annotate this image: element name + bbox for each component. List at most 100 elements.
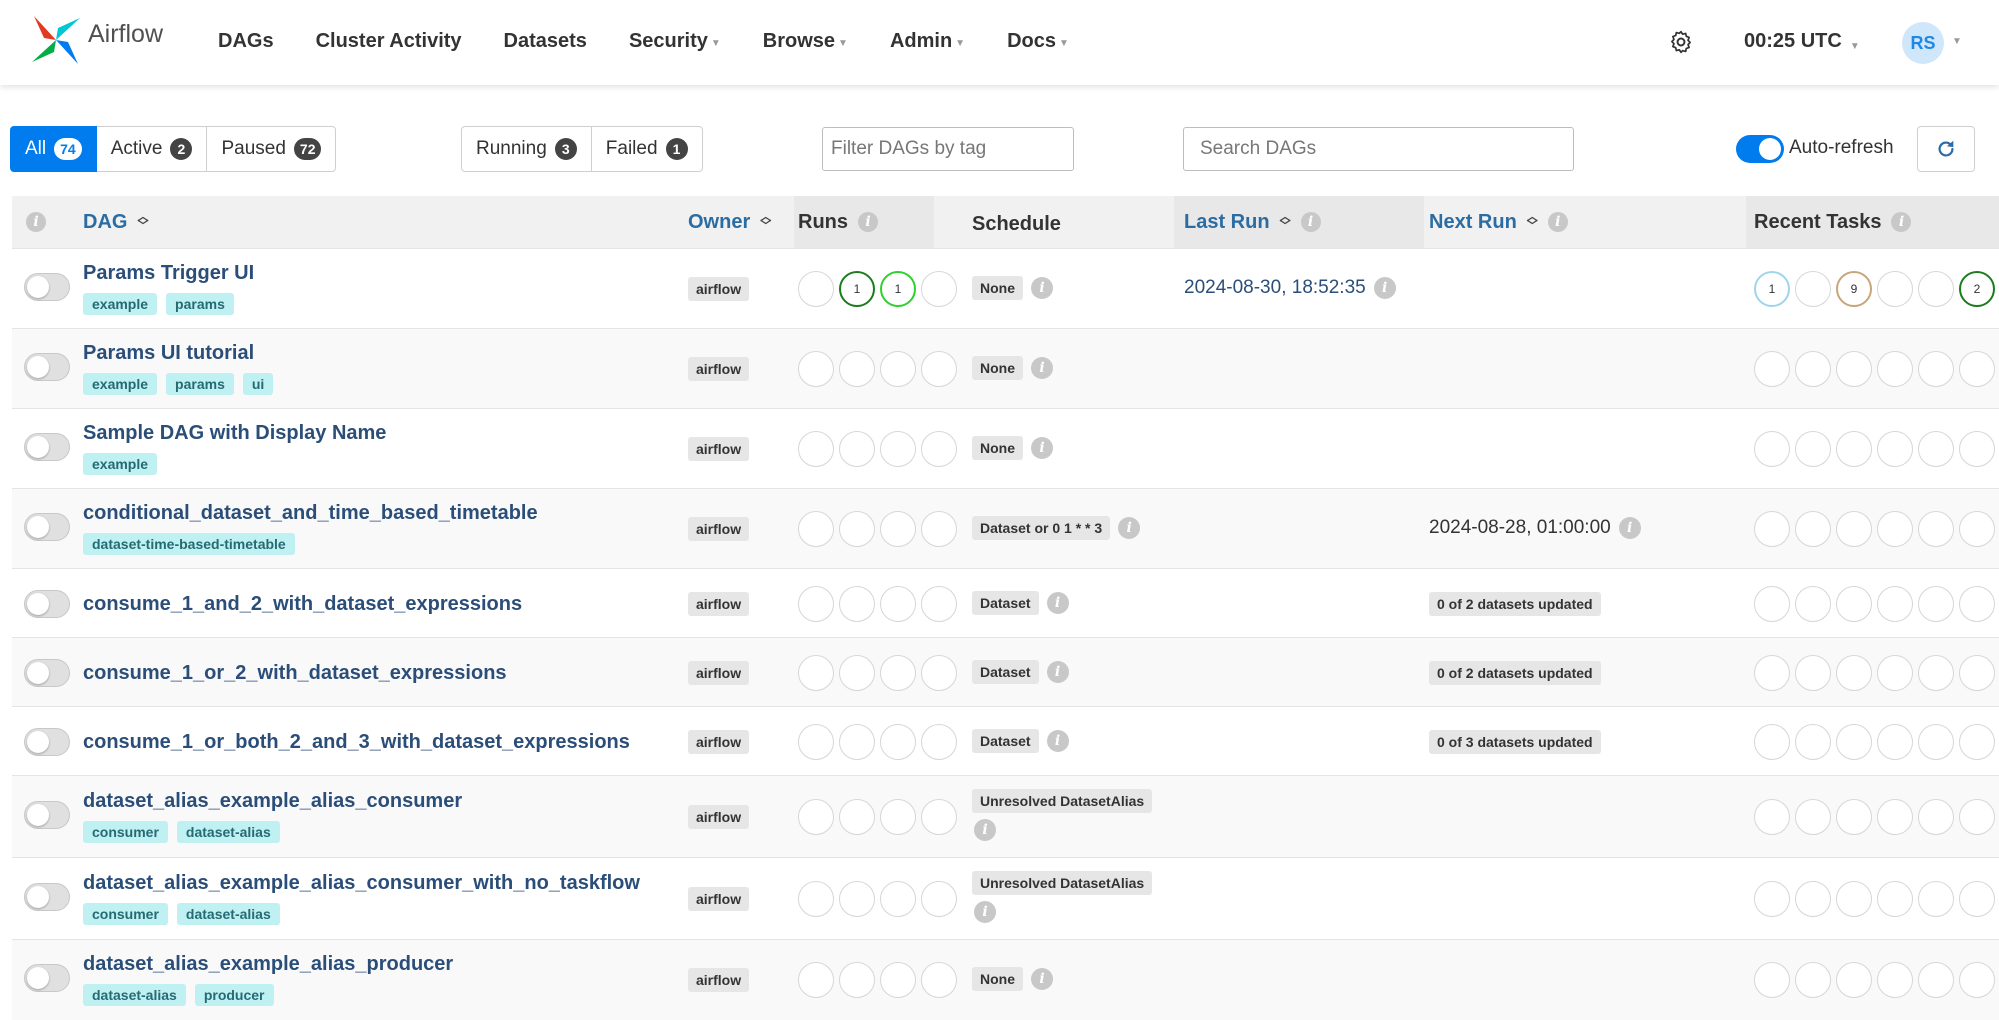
info-icon[interactable]: i [1031,357,1053,379]
run-status-circle[interactable] [921,585,957,622]
pause-toggle[interactable] [24,801,70,829]
task-status-circle[interactable] [1877,511,1913,547]
tag-badge[interactable]: dataset-alias [83,984,186,1006]
header-owner[interactable]: Owner ︿ ﹀ [688,196,771,248]
run-status-circle[interactable] [880,799,916,835]
owner-badge[interactable]: airflow [688,805,750,829]
run-status-circle[interactable] [880,962,916,998]
run-status-circle[interactable] [798,511,834,547]
owner-badge[interactable]: airflow [688,660,750,685]
nav-item-browse[interactable]: Browse ▼ [763,30,848,53]
task-status-circle[interactable] [1959,431,1995,467]
info-icon[interactable]: i [1046,729,1069,752]
chevron-down-icon[interactable]: ▼ [1952,36,1962,47]
run-status-circle[interactable] [921,351,957,387]
task-status-circle[interactable] [1836,962,1872,998]
next-run[interactable]: 0 of 2 datasets updated [1429,591,1601,616]
pause-toggle[interactable] [24,727,70,756]
tag-badge[interactable]: consumer [83,903,168,925]
filter-all-button[interactable]: All 74 [10,126,97,172]
task-status-circle[interactable] [1959,511,1995,547]
run-status-circle[interactable] [839,585,875,622]
task-status-circle[interactable] [1959,723,1995,760]
owner-badge[interactable]: airflow [688,277,750,301]
run-status-circle[interactable] [921,799,957,835]
nav-item-cluster-activity[interactable]: Cluster Activity [316,30,462,53]
task-status-circle[interactable] [1959,799,1995,835]
task-status-circle[interactable] [1918,511,1954,547]
run-status-circle[interactable] [839,431,875,467]
run-status-circle[interactable] [798,654,834,691]
task-status-circle[interactable] [1754,585,1790,622]
task-status-circle[interactable] [1754,351,1790,387]
task-status-circle[interactable]: 9 [1836,271,1872,307]
task-status-circle[interactable] [1877,431,1913,467]
task-status-circle[interactable] [1959,881,1995,917]
dag-link[interactable]: conditional_dataset_and_time_based_timet… [83,502,538,525]
task-status-circle[interactable] [1795,271,1831,307]
task-status-circle[interactable] [1877,351,1913,387]
run-status-circle[interactable]: 1 [839,271,875,307]
info-icon[interactable]: i [1046,591,1069,614]
pause-toggle[interactable] [24,883,70,911]
owner-badge[interactable]: airflow [688,437,750,461]
pause-toggle[interactable] [24,353,70,381]
task-status-circle[interactable] [1795,351,1831,387]
run-status-circle[interactable] [798,431,834,467]
tag-badge[interactable]: dataset-alias [176,821,280,843]
next-run[interactable]: 0 of 2 datasets updated [1429,660,1601,685]
tag-badge[interactable]: example [83,453,158,475]
run-status-circle[interactable] [839,654,875,691]
avatar[interactable]: RS [1902,22,1944,64]
task-status-circle[interactable] [1918,723,1954,760]
dag-link[interactable]: dataset_alias_example_alias_consumer [83,790,462,813]
last-run[interactable]: 2024-08-30, 18:52:35 i [1184,277,1396,299]
owner-badge[interactable]: airflow [688,968,750,992]
info-icon[interactable]: i [1891,212,1912,232]
run-status-circle[interactable] [880,881,916,917]
run-status-circle[interactable] [921,511,957,547]
run-status-circle[interactable] [839,351,875,387]
dag-link[interactable]: consume_1_or_2_with_dataset_expressions [83,662,507,685]
run-status-circle[interactable] [839,881,875,917]
task-status-circle[interactable] [1795,723,1831,760]
info-icon[interactable]: i [1118,517,1141,539]
tag-badge[interactable]: params [166,293,234,315]
info-icon[interactable]: i [858,212,878,232]
task-status-circle[interactable] [1959,654,1995,691]
task-status-circle[interactable] [1754,723,1790,760]
run-status-circle[interactable] [880,431,916,467]
task-status-circle[interactable] [1795,511,1831,547]
gear-icon[interactable] [1668,29,1694,55]
info-icon[interactable]: i [1618,517,1641,539]
refresh-button[interactable] [1917,126,1975,172]
task-status-circle[interactable] [1754,511,1790,547]
tag-badge[interactable]: consumer [83,821,168,843]
task-status-circle[interactable] [1795,962,1831,998]
task-status-circle[interactable] [1836,585,1872,622]
info-icon[interactable]: i [974,901,996,923]
run-status-circle[interactable] [798,881,834,917]
dag-link[interactable]: consume_1_and_2_with_dataset_expressions [83,593,522,616]
run-status-circle[interactable] [798,962,834,998]
info-icon[interactable]: i [974,819,996,841]
run-status-circle[interactable] [798,585,834,622]
tag-filter-input[interactable] [822,127,1074,171]
task-status-circle[interactable] [1918,431,1954,467]
task-status-circle[interactable] [1918,271,1954,307]
info-icon[interactable]: i [1373,277,1396,299]
run-status-circle[interactable] [921,962,957,998]
nav-item-security[interactable]: Security ▼ [629,30,721,53]
run-status-circle[interactable] [921,431,957,467]
info-icon[interactable]: i [1031,437,1053,459]
clock-dropdown[interactable]: 00:25 UTC ▼ [1744,30,1860,53]
task-status-circle[interactable] [1754,654,1790,691]
filter-running-button[interactable]: Running 3 [461,126,592,172]
run-status-circle[interactable] [921,723,957,760]
run-status-circle[interactable] [798,799,834,835]
owner-badge[interactable]: airflow [688,729,750,754]
task-status-circle[interactable] [1877,962,1913,998]
info-icon[interactable]: i [1547,212,1568,232]
task-status-circle[interactable] [1836,431,1872,467]
run-status-circle[interactable] [839,799,875,835]
